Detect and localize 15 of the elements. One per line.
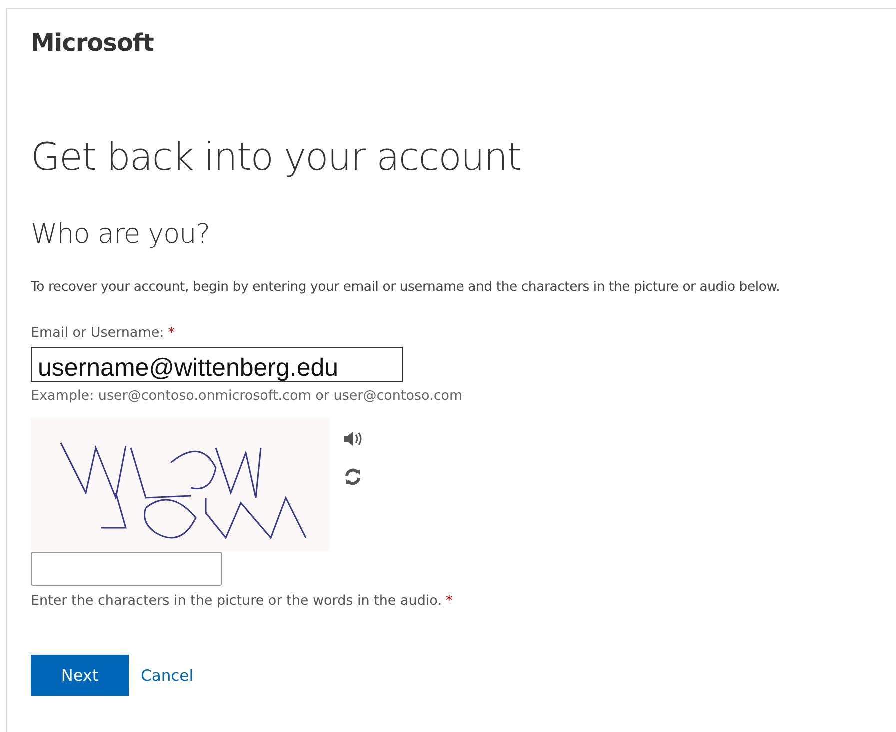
field-label: Email or Username: bbox=[31, 325, 164, 341]
next-button[interactable]: Next bbox=[31, 655, 129, 696]
speaker-icon[interactable] bbox=[344, 432, 362, 446]
section-title: Who are you? bbox=[31, 219, 212, 250]
instructions-text: To recover your account, begin by entering your email or username and the characters in the picture or audio below. bbox=[31, 280, 782, 295]
email-input-field[interactable]: username@wittenberg.edu bbox=[31, 347, 403, 382]
brand-logo: Microsoft bbox=[31, 29, 155, 57]
captcha-hint-text: Enter the characters in the picture or the words in the audio. bbox=[31, 593, 442, 609]
required-mark: * bbox=[446, 593, 453, 609]
required-mark: * bbox=[168, 325, 175, 341]
refresh-icon[interactable] bbox=[344, 468, 362, 486]
page-title: Get back into your account bbox=[31, 135, 522, 179]
cancel-link[interactable]: Cancel bbox=[141, 666, 194, 684]
example-text: Example: user@contoso.onmicrosoft.com or user@contoso.com bbox=[31, 388, 464, 404]
captcha-input-field[interactable] bbox=[31, 552, 222, 586]
